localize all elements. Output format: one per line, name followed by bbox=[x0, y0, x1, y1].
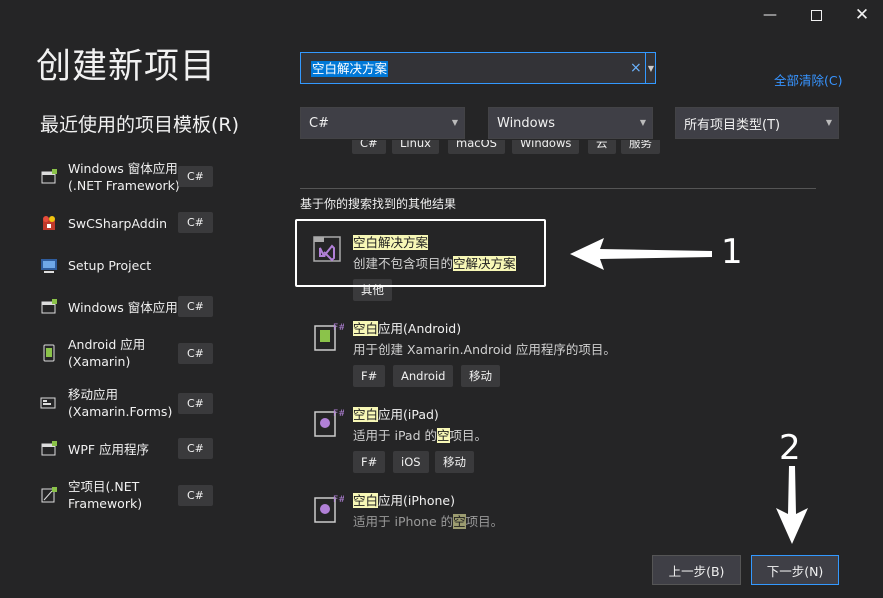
language-tag: C# bbox=[178, 296, 213, 317]
close-button[interactable]: ✕ bbox=[839, 0, 883, 30]
annotation-arrow-1 bbox=[570, 238, 712, 270]
minimize-icon: — bbox=[763, 7, 777, 23]
close-icon: ✕ bbox=[854, 5, 870, 25]
recent-item-wpf[interactable]: WPF 应用程序 C# bbox=[40, 438, 220, 460]
recent-item-swcsharpaddin[interactable]: SwCSharpAddin C# bbox=[40, 212, 220, 234]
search-input-value: 空白解决方案 bbox=[311, 61, 389, 77]
winforms-icon bbox=[41, 299, 57, 314]
svg-text:F#: F# bbox=[333, 495, 344, 505]
tag: 移动 bbox=[461, 365, 500, 387]
annotation-label-1: 1 bbox=[721, 232, 743, 272]
annotation-arrow-2 bbox=[776, 466, 808, 544]
tag: F# bbox=[353, 365, 386, 387]
maximize-button[interactable] bbox=[793, 0, 839, 30]
mobile-app-icon bbox=[40, 397, 56, 409]
wpf-app-icon bbox=[41, 441, 57, 456]
chevron-down-icon: ▼ bbox=[451, 118, 458, 127]
search-history-dropdown[interactable]: ▼ bbox=[645, 53, 656, 83]
empty-project-icon bbox=[41, 487, 57, 503]
tag: 服务 bbox=[621, 140, 660, 154]
result-item-blank-app-ipad[interactable]: F# 空白应用(iPad) 适用于 iPad 的空项目。 F# iOS 移动 bbox=[312, 404, 812, 474]
tag: F# bbox=[353, 451, 386, 473]
iphone-blank-app-icon: F# bbox=[314, 495, 344, 523]
result-item-blank-app-android[interactable]: F# 空白应用(Android) 用于创建 Xamarin.Android 应用… bbox=[312, 318, 812, 388]
tag: macOS bbox=[448, 140, 505, 154]
next-button[interactable]: 下一步(N) bbox=[751, 555, 839, 585]
language-tag: C# bbox=[178, 166, 213, 187]
setup-project-icon bbox=[41, 259, 57, 273]
recent-item-winforms[interactable]: Windows 窗体应用 C# bbox=[40, 296, 220, 318]
recent-item-android-xamarin[interactable]: Android 应用 (Xamarin) C# bbox=[40, 336, 220, 370]
clear-all-link[interactable]: 全部清除(C) bbox=[774, 70, 842, 89]
platform-filter-select[interactable]: Windows ▼ bbox=[488, 107, 653, 139]
page-title: 创建新项目 bbox=[36, 47, 217, 87]
chevron-down-icon: ▼ bbox=[639, 118, 646, 127]
recent-item-winforms-netfx[interactable]: Windows 窗体应用 (.NET Framework) C# bbox=[40, 160, 220, 194]
tag: 云 bbox=[588, 140, 616, 154]
minimize-button[interactable]: — bbox=[747, 0, 793, 30]
language-tag: C# bbox=[178, 393, 213, 414]
search-input[interactable]: 空白解决方案 × ▼ bbox=[300, 52, 656, 84]
language-tag: C# bbox=[178, 212, 213, 233]
svg-text:F#: F# bbox=[333, 409, 344, 419]
other-results-header: 基于你的搜索找到的其他结果 bbox=[300, 197, 457, 211]
recent-item-empty-project[interactable]: 空项目(.NET Framework) C# bbox=[40, 478, 220, 512]
tag: Linux bbox=[392, 140, 439, 154]
divider bbox=[300, 188, 816, 189]
language-filter-select[interactable]: C# ▼ bbox=[300, 107, 465, 139]
recent-item-setup-project[interactable]: Setup Project bbox=[40, 256, 220, 274]
svg-text:F#: F# bbox=[333, 323, 344, 333]
scrolled-tags-row: C# Linux macOS Windows 云 服务 bbox=[300, 140, 820, 158]
ipad-blank-app-icon: F# bbox=[314, 409, 344, 437]
android-app-icon bbox=[43, 344, 55, 362]
recent-item-mobile-xamarin-forms[interactable]: 移动应用 (Xamarin.Forms) C# bbox=[40, 386, 220, 420]
recent-templates-header: 最近使用的项目模板(R) bbox=[40, 114, 240, 136]
back-button[interactable]: 上一步(B) bbox=[652, 555, 741, 585]
tag: Android bbox=[393, 365, 454, 387]
chevron-down-icon: ▼ bbox=[647, 63, 655, 73]
solidworks-addin-icon bbox=[43, 216, 55, 230]
android-blank-app-icon: F# bbox=[314, 323, 344, 351]
result-item-blank-app-iphone[interactable]: F# 空白应用(iPhone) 适用于 iPhone 的空项目。 bbox=[312, 490, 812, 530]
project-type-filter-select[interactable]: 所有项目类型(T) ▼ bbox=[675, 107, 839, 139]
tag: Windows bbox=[512, 140, 580, 154]
chevron-down-icon: ▼ bbox=[825, 118, 832, 127]
tag: C# bbox=[352, 140, 386, 154]
language-tag: C# bbox=[178, 485, 213, 506]
maximize-icon bbox=[810, 9, 822, 21]
language-tag: C# bbox=[178, 343, 213, 364]
winforms-icon bbox=[41, 169, 57, 184]
clear-search-icon[interactable]: × bbox=[630, 60, 642, 76]
tag: 移动 bbox=[435, 451, 474, 473]
language-tag: C# bbox=[178, 438, 213, 459]
tag: iOS bbox=[393, 451, 429, 473]
selected-result-outline bbox=[295, 219, 546, 287]
annotation-label-2: 2 bbox=[779, 428, 801, 468]
